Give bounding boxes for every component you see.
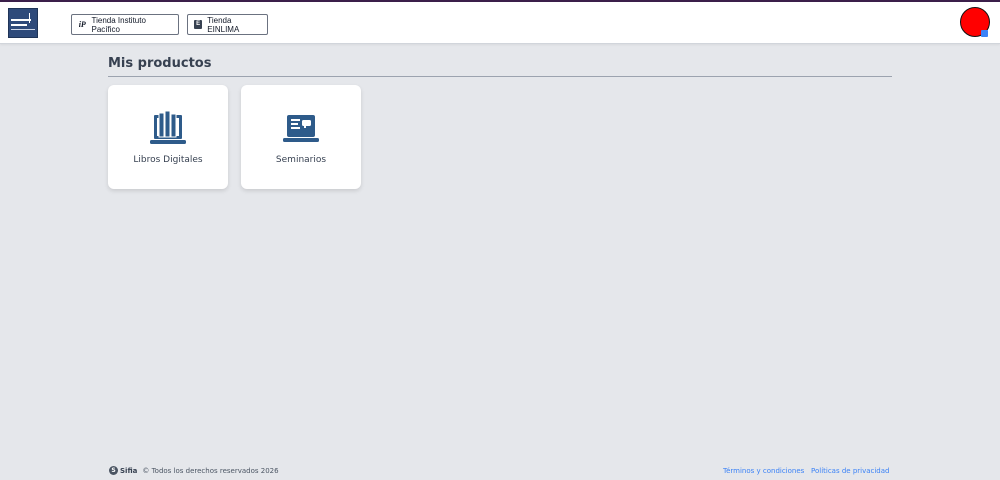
product-card-seminars[interactable]: Seminarios bbox=[241, 85, 361, 189]
product-label: Seminarios bbox=[275, 155, 327, 165]
instituto-pacifico-icon: iP bbox=[78, 20, 86, 29]
store-einlima-button[interactable]: E Tienda EINLIMA bbox=[187, 14, 268, 35]
privacy-link[interactable]: Políticas de privacidad bbox=[811, 467, 890, 475]
terms-link[interactable]: Términos y condiciones bbox=[723, 467, 804, 475]
store-label: Tienda EINLIMA bbox=[207, 15, 240, 34]
avatar-badge bbox=[981, 30, 988, 37]
brand-name: Sifia bbox=[120, 466, 138, 475]
instituto-pacifico-logo[interactable] bbox=[8, 8, 38, 38]
sifia-logo-icon: S bbox=[109, 466, 118, 475]
digital-books-icon bbox=[150, 110, 186, 144]
store-label: Tienda Instituto Pacífico bbox=[91, 15, 146, 34]
seminars-icon bbox=[283, 115, 319, 142]
product-card-digital-books[interactable]: Libros Digitales bbox=[108, 85, 228, 189]
page-title: Mis productos bbox=[108, 56, 212, 71]
product-label: Libros Digitales bbox=[133, 155, 203, 165]
einlima-icon: E bbox=[194, 20, 203, 29]
footer-brand: S Sifia © Todos los derechos reservados … bbox=[109, 466, 279, 475]
store-instituto-pacifico-button[interactable]: iP Tienda Instituto Pacífico bbox=[71, 14, 179, 35]
copyright-text: © Todos los derechos reservados 2026 bbox=[142, 466, 279, 475]
top-navbar: iP Tienda Instituto Pacífico E Tienda EI… bbox=[0, 2, 1000, 44]
title-divider bbox=[108, 76, 892, 77]
